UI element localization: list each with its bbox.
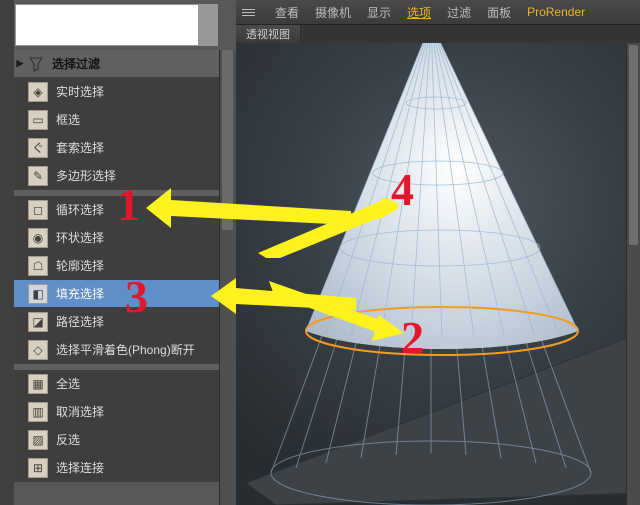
menu-header-label: 选择过滤 bbox=[52, 55, 100, 72]
menu-item-label: 多边形选择 bbox=[56, 167, 116, 184]
viewport-tab[interactable]: 透视视图 bbox=[236, 25, 301, 44]
menu-options[interactable]: 选项 bbox=[407, 4, 431, 21]
menu-item-invert[interactable]: ▨ 反选 bbox=[14, 426, 219, 454]
menu-item-ring-select[interactable]: ◉ 环状选择 bbox=[14, 224, 219, 252]
lasso-select-icon: ぐ bbox=[28, 138, 48, 158]
menu-item-select-all[interactable]: ▦ 全选 bbox=[14, 370, 219, 398]
menu-header-filter[interactable]: ▶ 选择过滤 bbox=[14, 50, 219, 78]
phong-break-icon: ◇ bbox=[28, 340, 48, 360]
menu-item-label: 填充选择 bbox=[56, 285, 104, 302]
search-input[interactable] bbox=[15, 4, 218, 46]
menu-item-label: 选择平滑着色(Phong)断开 bbox=[56, 341, 195, 358]
menu-panel[interactable]: 面板 bbox=[487, 4, 511, 21]
menu-view[interactable]: 查看 bbox=[275, 4, 299, 21]
menu-item-label: 全选 bbox=[56, 375, 80, 392]
menu-item-outline-select[interactable]: ☖ 轮廓选择 bbox=[14, 252, 219, 280]
menu-prorender[interactable]: ProRender bbox=[527, 5, 585, 19]
select-connected-icon: ⊞ bbox=[28, 458, 48, 478]
scrollbar-thumb[interactable] bbox=[222, 50, 233, 230]
left-gutter bbox=[0, 0, 14, 505]
menu-display[interactable]: 显示 bbox=[367, 4, 391, 21]
menu-item-label: 反选 bbox=[56, 431, 80, 448]
left-scrollbar[interactable] bbox=[219, 50, 236, 505]
rect-select-icon: ▭ bbox=[28, 110, 48, 130]
menu-item-select-connected[interactable]: ⊞ 选择连接 bbox=[14, 454, 219, 482]
menu-item-label: 套索选择 bbox=[56, 139, 104, 156]
live-select-icon: ◈ bbox=[28, 82, 48, 102]
viewport-scroll-thumb[interactable] bbox=[629, 45, 638, 245]
left-panel: ▶ 选择过滤 ◈ 实时选择 ▭ 框选 ぐ 套索选择 ✎ 多边形选择 bbox=[0, 0, 236, 505]
menu-item-label: 取消选择 bbox=[56, 403, 104, 420]
disclosure-icon: ▶ bbox=[14, 58, 26, 69]
header-icon bbox=[26, 54, 46, 74]
menu-filter[interactable]: 过滤 bbox=[447, 4, 471, 21]
poly-select-icon: ✎ bbox=[28, 166, 48, 186]
deselect-icon: ▥ bbox=[28, 402, 48, 422]
menu-item-label: 框选 bbox=[56, 111, 80, 128]
viewport-scrollbar[interactable] bbox=[626, 43, 640, 505]
selection-menu: ▶ 选择过滤 ◈ 实时选择 ▭ 框选 ぐ 套索选择 ✎ 多边形选择 bbox=[14, 50, 219, 482]
menu-icon[interactable] bbox=[242, 5, 257, 20]
viewport-panel: 查看 摄像机 显示 选项 过滤 面板 ProRender 透视视图 bbox=[236, 0, 640, 505]
menu-item-label: 路径选择 bbox=[56, 313, 104, 330]
menu-item-label: 循环选择 bbox=[56, 201, 104, 218]
cone-mesh bbox=[236, 43, 640, 505]
menu-item-label: 实时选择 bbox=[56, 83, 104, 100]
viewport[interactable]: 4 2 bbox=[236, 43, 640, 505]
viewport-menubar: 查看 摄像机 显示 选项 过滤 面板 ProRender bbox=[236, 0, 640, 25]
menu-item-label: 环状选择 bbox=[56, 229, 104, 246]
ring-select-icon: ◉ bbox=[28, 228, 48, 248]
select-all-icon: ▦ bbox=[28, 374, 48, 394]
fill-select-icon: ◧ bbox=[28, 284, 48, 304]
menu-camera[interactable]: 摄像机 bbox=[315, 4, 351, 21]
menu-item-path-select[interactable]: ◪ 路径选择 bbox=[14, 308, 219, 336]
menu-item-rectangle-select[interactable]: ▭ 框选 bbox=[14, 106, 219, 134]
menu-item-label: 选择连接 bbox=[56, 459, 104, 476]
menu-item-live-select[interactable]: ◈ 实时选择 bbox=[14, 78, 219, 106]
menu-item-phong-break[interactable]: ◇ 选择平滑着色(Phong)断开 bbox=[14, 336, 219, 364]
loop-select-icon: ◻ bbox=[28, 200, 48, 220]
menu-item-loop-select[interactable]: ◻ 循环选择 bbox=[14, 196, 219, 224]
invert-icon: ▨ bbox=[28, 430, 48, 450]
menu-item-label: 轮廓选择 bbox=[56, 257, 104, 274]
menu-item-deselect[interactable]: ▥ 取消选择 bbox=[14, 398, 219, 426]
outline-select-icon: ☖ bbox=[28, 256, 48, 276]
menu-item-fill-select[interactable]: ◧ 填充选择 bbox=[14, 280, 219, 308]
path-select-icon: ◪ bbox=[28, 312, 48, 332]
menu-item-lasso-select[interactable]: ぐ 套索选择 bbox=[14, 134, 219, 162]
menu-item-poly-select[interactable]: ✎ 多边形选择 bbox=[14, 162, 219, 190]
